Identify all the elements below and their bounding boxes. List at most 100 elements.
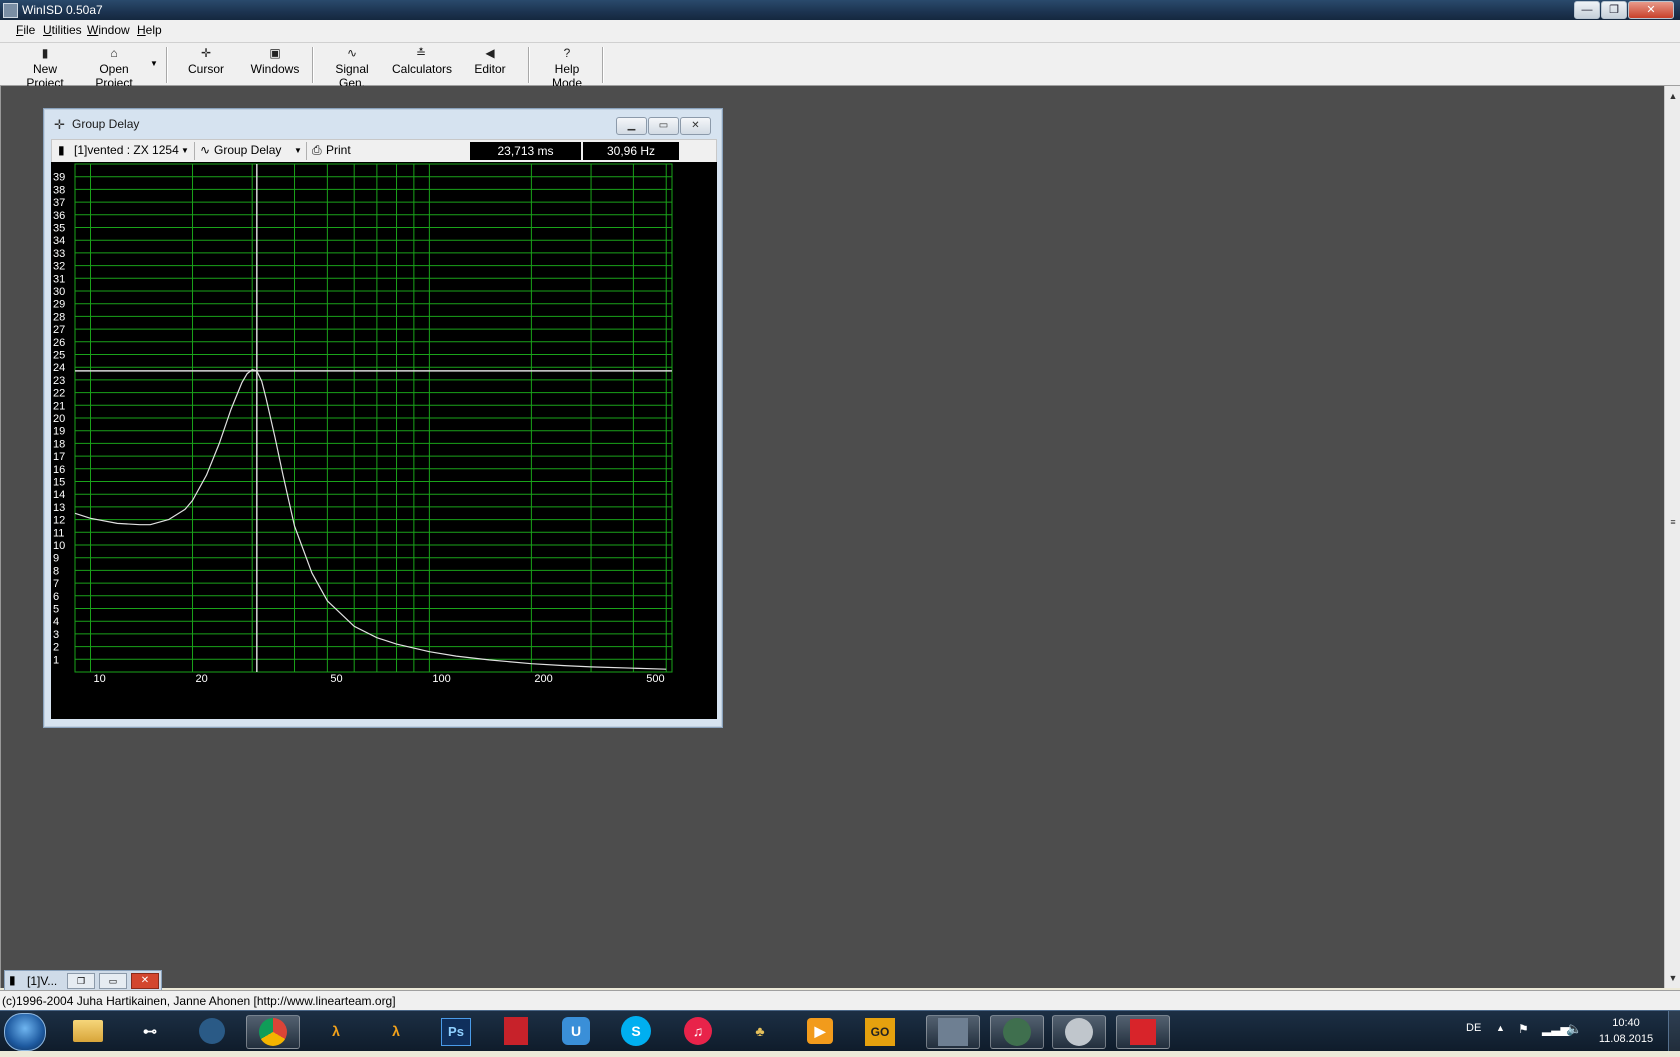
half-life-icon[interactable]: λ xyxy=(370,1015,422,1047)
menu-file-label: ile xyxy=(23,23,36,37)
language-indicator[interactable]: DE xyxy=(1466,1022,1481,1034)
toolbar-separator xyxy=(528,47,530,83)
windows-button[interactable]: ▣ Windows xyxy=(250,45,300,83)
minimize-button[interactable]: — xyxy=(1574,1,1600,19)
explorer-icon[interactable] xyxy=(62,1015,114,1047)
speaker-icon: ◀ xyxy=(485,46,495,60)
project-select[interactable]: [1]vented : ZX 1254 xyxy=(74,143,179,157)
group-delay-window[interactable]: ✛ Group Delay ▁ ▭ ✕ ▮ [1]vented : ZX 125… xyxy=(43,108,723,728)
volume-icon[interactable]: 🔈 xyxy=(1566,1021,1582,1037)
minimized-child-tab[interactable]: ▮ [1]V... ❐ ▭ ✕ xyxy=(4,970,162,991)
y-tick-label: 32 xyxy=(53,261,65,273)
editor-button[interactable]: ◀ Editor xyxy=(472,45,508,83)
y-tick-label: 17 xyxy=(53,451,65,463)
menu-utilities[interactable]: Utilities xyxy=(43,23,82,37)
graph-type-dropdown-icon[interactable]: ▼ xyxy=(294,146,302,155)
toolbar: ▮ New Project ⌂ Open Project ▼ ✛ Cursor … xyxy=(0,43,1680,90)
clock-date[interactable]: 11.08.2015 xyxy=(1596,1033,1656,1045)
y-tick-label: 34 xyxy=(53,235,65,247)
cursor-label: Cursor xyxy=(187,62,224,76)
new-project-button[interactable]: ▮ New Project xyxy=(14,45,76,90)
menu-window[interactable]: Window xyxy=(87,23,130,37)
chrome-icon[interactable] xyxy=(246,1015,300,1049)
half-life-2-mmod-icon[interactable]: λ xyxy=(310,1015,362,1047)
maximize-button[interactable]: ❐ xyxy=(1601,1,1627,19)
app-tree-icon[interactable]: ♣ xyxy=(734,1015,786,1047)
csgo-icon[interactable]: GO xyxy=(854,1015,906,1047)
vertical-scrollbar[interactable]: ▲ ≡ ▼ xyxy=(1664,86,1680,988)
question-icon: ? xyxy=(563,46,571,60)
taskbar: ⊷ λ λ Ps U S ♫ ♣ ▶ GO DE ▲ ⚑ ▂▃▅ 🔈 10:40… xyxy=(0,1010,1680,1051)
cursor-delay-readout: 23,713 ms xyxy=(470,142,581,160)
y-tick-label: 4 xyxy=(53,616,59,628)
print-button[interactable]: Print xyxy=(326,143,351,157)
menu-file[interactable]: File xyxy=(16,23,35,37)
child-window-title: Group Delay xyxy=(72,117,140,131)
cursor-button[interactable]: ✛ Cursor xyxy=(186,45,226,83)
app-red-icon[interactable] xyxy=(490,1015,542,1047)
scroll-down-icon[interactable]: ▼ xyxy=(1665,970,1680,986)
media-center-icon[interactable] xyxy=(990,1015,1044,1049)
help-mode-button[interactable]: ? Help Mode xyxy=(539,45,595,90)
child-minimize-button[interactable]: ▁ xyxy=(616,117,647,135)
y-tick-label: 30 xyxy=(53,286,65,298)
title-bar[interactable]: WinISD 0.50a7 — ❐ ✕ xyxy=(0,0,1680,20)
sketchup-icon[interactable] xyxy=(1116,1015,1170,1049)
clock-time[interactable]: 10:40 xyxy=(1600,1017,1652,1029)
toolbar-separator xyxy=(602,47,604,83)
x-tick-label: 10 xyxy=(94,673,106,685)
winisd-icon[interactable] xyxy=(926,1015,980,1049)
y-tick-label: 8 xyxy=(53,565,59,577)
y-tick-label: 27 xyxy=(53,324,65,336)
menu-help[interactable]: Help xyxy=(137,23,162,37)
x-tick-label: 50 xyxy=(330,673,342,685)
itunes-icon[interactable]: ♫ xyxy=(672,1015,724,1047)
app-icon[interactable] xyxy=(3,3,18,18)
project-dropdown-icon[interactable]: ▼ xyxy=(181,146,189,155)
y-tick-label: 6 xyxy=(53,591,59,603)
menu-utilities-accel: U xyxy=(43,23,52,37)
chart-svg[interactable]: 1234567891011121314151617181920212223242… xyxy=(51,162,675,719)
y-tick-label: 1 xyxy=(53,654,59,666)
y-tick-label: 14 xyxy=(53,489,65,501)
close-button[interactable]: ✕ xyxy=(1628,1,1674,19)
graph-type-icon: ∿ xyxy=(200,143,211,157)
x-tick-label: 500 xyxy=(646,673,664,685)
speaker-icon[interactable] xyxy=(1052,1015,1106,1049)
y-tick-label: 9 xyxy=(53,553,59,565)
scroll-grip-icon[interactable]: ≡ xyxy=(1665,514,1680,530)
close-icon[interactable]: ✕ xyxy=(131,973,159,989)
steam-icon[interactable] xyxy=(186,1015,238,1047)
windows-icon: ▣ xyxy=(269,46,281,60)
y-tick-label: 38 xyxy=(53,184,65,196)
y-tick-label: 23 xyxy=(53,375,65,387)
group-delay-chart[interactable]: 1 2 3 4 5 6 7 8 9 10 11 12 13 14 15 16 17 18 19 20 21 22 23 24 2… xyxy=(51,162,717,719)
y-tick-label: 12 xyxy=(53,515,65,527)
open-project-dropdown-icon[interactable]: ▼ xyxy=(150,59,158,68)
editor-label: Editor xyxy=(474,62,506,76)
start-button[interactable] xyxy=(4,1013,46,1051)
action-center-icon[interactable]: ⚑ xyxy=(1518,1022,1529,1036)
y-tick-label: 26 xyxy=(53,337,65,349)
skype-icon[interactable]: S xyxy=(610,1015,662,1047)
y-tick-label: 13 xyxy=(53,502,65,514)
tray-expand-icon[interactable]: ▲ xyxy=(1496,1023,1505,1033)
graph-type-select[interactable]: Group Delay xyxy=(214,143,281,157)
child-close-button[interactable]: ✕ xyxy=(680,117,711,135)
y-tick-label: 37 xyxy=(53,197,65,209)
menu-window-label: indow xyxy=(98,23,130,37)
status-bar: (c)1996-2004 Juha Hartikainen, Janne Aho… xyxy=(0,990,1680,1011)
restore-icon[interactable]: ❐ xyxy=(67,973,95,989)
media-player-icon[interactable]: ▶ xyxy=(794,1015,846,1047)
steam-old-icon[interactable]: ⊷ xyxy=(124,1015,176,1047)
open-project-button[interactable]: ⌂ Open Project xyxy=(80,45,148,90)
show-desktop-button[interactable] xyxy=(1668,1011,1680,1051)
y-tick-label: 28 xyxy=(53,311,65,323)
calculators-button[interactable]: ≛ Calculators xyxy=(392,45,452,83)
signal-gen-button[interactable]: ∿ Signal Gen. xyxy=(324,45,380,90)
maximize-icon[interactable]: ▭ xyxy=(99,973,127,989)
child-maximize-button[interactable]: ▭ xyxy=(648,117,679,135)
scroll-up-icon[interactable]: ▲ xyxy=(1665,88,1680,104)
photoshop-icon[interactable]: Ps xyxy=(430,1015,482,1047)
uplay-icon[interactable]: U xyxy=(550,1015,602,1047)
